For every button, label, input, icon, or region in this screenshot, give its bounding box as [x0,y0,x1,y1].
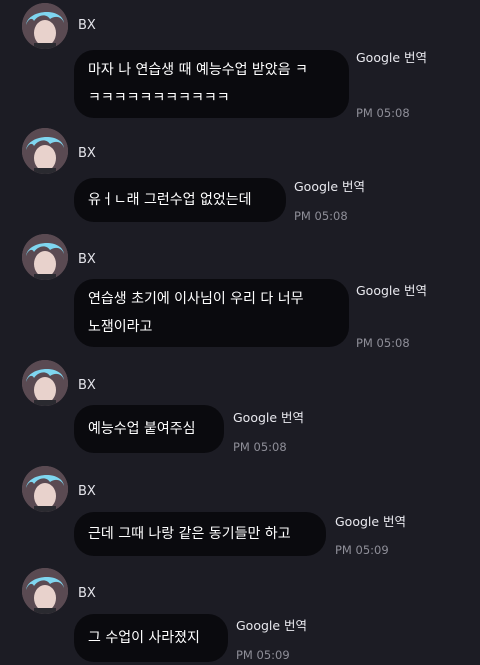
message-bubble[interactable]: 마자 나 연습생 때 예능수업 받았음 ㅋ ㅋㅋㅋㅋㅋㅋㅋㅋㅋㅋㅋ [74,50,349,118]
message-time: PM 05:08 [294,209,348,223]
sender-name: BX [78,252,96,267]
message-time: PM 05:08 [233,440,287,454]
message-time: PM 05:08 [356,106,410,120]
avatar[interactable] [22,3,68,49]
avatar[interactable] [22,466,68,512]
message-bubble[interactable]: 예능수업 붙여주심 [74,405,224,453]
translate-button[interactable]: Google 번역 [335,514,406,530]
avatar-image [22,360,68,406]
avatar-image [22,466,68,512]
sender-name: BX [78,586,96,601]
avatar[interactable] [22,234,68,280]
message-bubble[interactable]: 그 수업이 사라졌지 [74,614,228,662]
translate-button[interactable]: Google 번역 [233,410,304,426]
message-bubble[interactable]: 연습생 초기에 이사님이 우리 다 너무 노잼이라고 [74,279,349,347]
message-bubble[interactable]: 근데 그때 나랑 같은 동기들만 하고 [74,512,326,556]
avatar-image [22,568,68,614]
sender-name: BX [78,146,96,161]
avatar[interactable] [22,568,68,614]
avatar[interactable] [22,128,68,174]
translate-button[interactable]: Google 번역 [356,283,427,299]
avatar[interactable] [22,360,68,406]
avatar-image [22,234,68,280]
sender-name: BX [78,484,96,499]
message-time: PM 05:09 [236,648,290,662]
chat-view: BX 마자 나 연습생 때 예능수업 받았음 ㅋ ㅋㅋㅋㅋㅋㅋㅋㅋㅋㅋㅋ Goo… [0,0,480,665]
sender-name: BX [78,378,96,393]
message-time: PM 05:08 [356,336,410,350]
translate-button[interactable]: Google 번역 [294,179,365,195]
message-bubble[interactable]: 유ㅓㄴ래 그런수업 없었는데 [74,178,286,222]
translate-button[interactable]: Google 번역 [236,618,307,634]
translate-button[interactable]: Google 번역 [356,50,427,66]
sender-name: BX [78,18,96,33]
avatar-image [22,128,68,174]
message-time: PM 05:09 [335,543,389,557]
avatar-image [22,3,68,49]
